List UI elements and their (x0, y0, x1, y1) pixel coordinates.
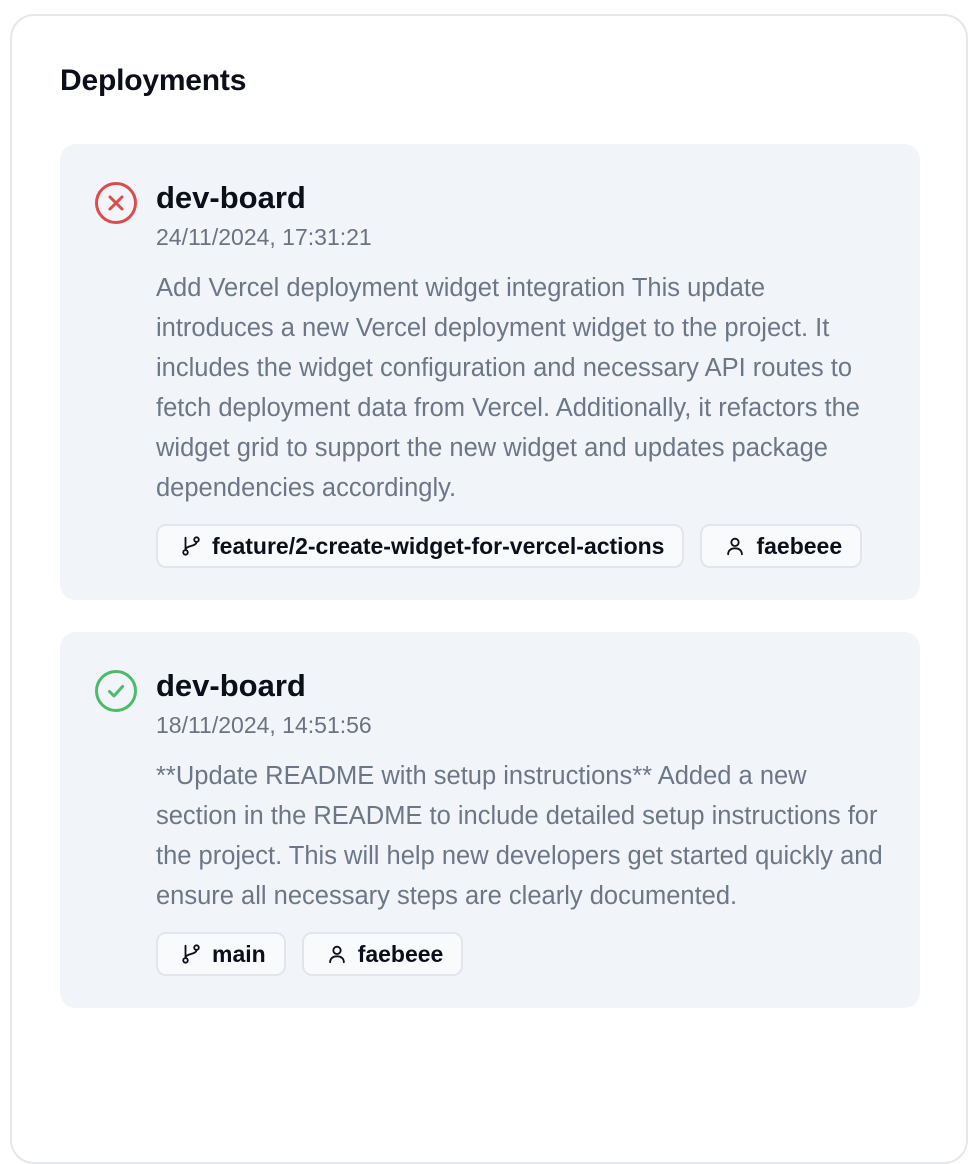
deployment-item[interactable]: dev-board 24/11/2024, 17:31:21 Add Verce… (60, 144, 920, 600)
widget-title: Deployments (60, 64, 247, 97)
git-branch-icon (182, 536, 200, 556)
deployment-list: dev-board 24/11/2024, 17:31:21 Add Verce… (60, 144, 920, 1044)
deployment-timestamp: 24/11/2024, 17:31:21 (156, 224, 372, 250)
x-circle-icon (95, 182, 137, 224)
project-name: dev-board (156, 180, 306, 215)
author-name: faebeee (756, 532, 843, 559)
branch-badge[interactable]: feature/2-create-widget-for-vercel-actio… (156, 524, 685, 568)
deployment-tags: feature/2-create-widget-for-vercel-actio… (156, 524, 886, 568)
project-name: dev-board (156, 668, 306, 703)
check-circle-icon (95, 670, 137, 712)
commit-message: **Update README with setup instructions*… (156, 762, 883, 910)
branch-name: feature/2-create-widget-for-vercel-actio… (212, 532, 665, 559)
branch-name: main (212, 940, 266, 967)
commit-message: Add Vercel deployment widget integration… (156, 274, 860, 502)
git-branch-icon (182, 944, 200, 964)
branch-badge[interactable]: main (156, 932, 286, 976)
deployments-widget: Deployments dev-board 24/11/2024, 17:31:… (10, 14, 968, 1164)
author-name: faebeee (357, 940, 444, 967)
author-badge[interactable]: faebeee (301, 932, 464, 976)
user-icon (328, 945, 345, 964)
deployment-item[interactable]: dev-board 18/11/2024, 14:51:56 **Update … (60, 632, 920, 1008)
author-badge[interactable]: faebeee (700, 524, 863, 568)
deployment-timestamp: 18/11/2024, 14:51:56 (156, 712, 372, 738)
deployment-tags: main faebeee (156, 932, 886, 976)
user-icon (727, 537, 744, 556)
